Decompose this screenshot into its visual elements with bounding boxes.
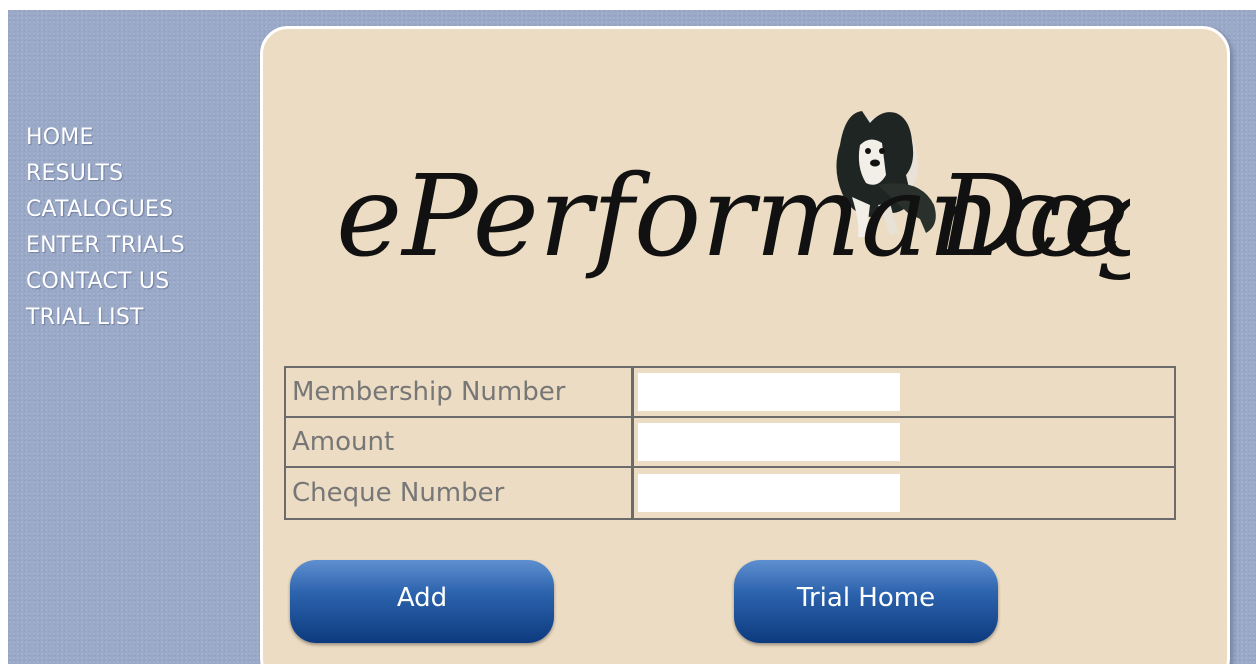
nav-link-results[interactable]: RESULTS bbox=[26, 156, 185, 192]
payment-form-table: Membership Number Amount Cheque Number bbox=[284, 366, 1176, 520]
nav-link-contact-us[interactable]: CONTACT US bbox=[26, 264, 185, 300]
add-button[interactable]: Add bbox=[290, 560, 554, 643]
logo-text-dogs: Dogs bbox=[936, 152, 1130, 282]
cheque-number-input[interactable] bbox=[638, 474, 900, 512]
membership-number-cell bbox=[634, 368, 1174, 416]
site-logo: ePerformance Dogs bbox=[336, 111, 1130, 282]
nav-link-trial-list[interactable]: TRIAL LIST bbox=[26, 300, 185, 336]
amount-cell bbox=[634, 418, 1174, 466]
trial-home-button[interactable]: Trial Home bbox=[734, 560, 998, 643]
cheque-number-label: Cheque Number bbox=[286, 468, 634, 518]
membership-number-input[interactable] bbox=[638, 373, 900, 411]
cheque-number-cell bbox=[634, 468, 1174, 518]
form-row-amount: Amount bbox=[286, 418, 1174, 468]
sidebar-nav: HOME RESULTS CATALOGUES ENTER TRIALS CON… bbox=[26, 120, 185, 336]
nav-link-enter-trials[interactable]: ENTER TRIALS bbox=[26, 228, 185, 264]
amount-label: Amount bbox=[286, 418, 634, 466]
form-row-cheque: Cheque Number bbox=[286, 468, 1174, 518]
nav-link-catalogues[interactable]: CATALOGUES bbox=[26, 192, 185, 228]
left-border bbox=[0, 0, 8, 664]
amount-input[interactable] bbox=[638, 423, 900, 461]
top-border bbox=[0, 0, 1256, 10]
nav-link-home[interactable]: HOME bbox=[26, 120, 185, 156]
form-row-membership: Membership Number bbox=[286, 368, 1174, 418]
membership-number-label: Membership Number bbox=[286, 368, 634, 416]
